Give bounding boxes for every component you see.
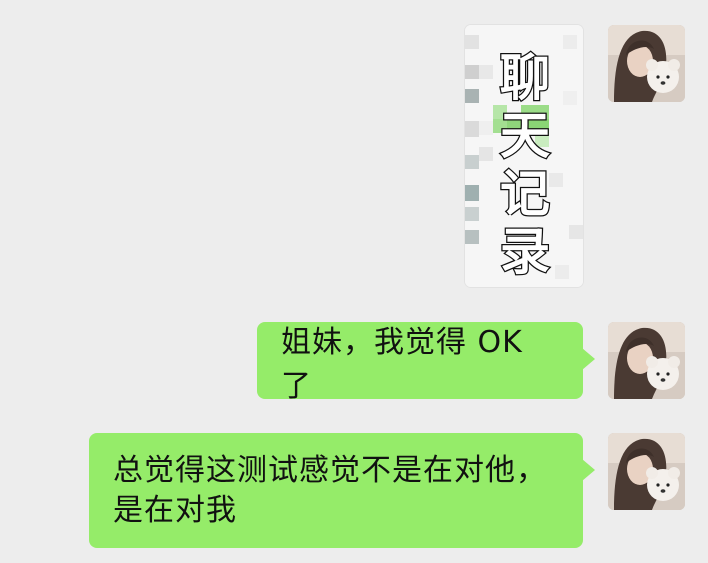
avatar-image: [608, 322, 685, 399]
avatar[interactable]: [608, 433, 685, 510]
message-bubble[interactable]: 总觉得这测试感觉不是在对他， 是在对我: [89, 433, 595, 548]
bubble-tail: [582, 348, 595, 370]
avatar-image: [608, 25, 685, 102]
image-char-1: 聊: [500, 49, 550, 107]
image-char-2: 天: [500, 107, 550, 165]
chat-history-image[interactable]: 聊 天 记 录: [465, 25, 583, 287]
image-char-3: 记: [500, 165, 550, 223]
message-text: 姐妹，我觉得 OK 了: [281, 324, 523, 404]
mosaic-image: 聊 天 记 录: [465, 25, 583, 287]
bubble-tail: [582, 459, 595, 481]
avatar-image: [608, 433, 685, 510]
message-text-line-1: 总觉得这测试感觉不是在对他，: [113, 453, 547, 488]
message-bubble[interactable]: 姐妹，我觉得 OK 了: [257, 322, 595, 404]
avatar[interactable]: [608, 322, 685, 399]
message-text-line-2: 是在对我: [113, 493, 237, 528]
avatar[interactable]: [608, 25, 685, 102]
image-char-4: 录: [500, 223, 550, 281]
